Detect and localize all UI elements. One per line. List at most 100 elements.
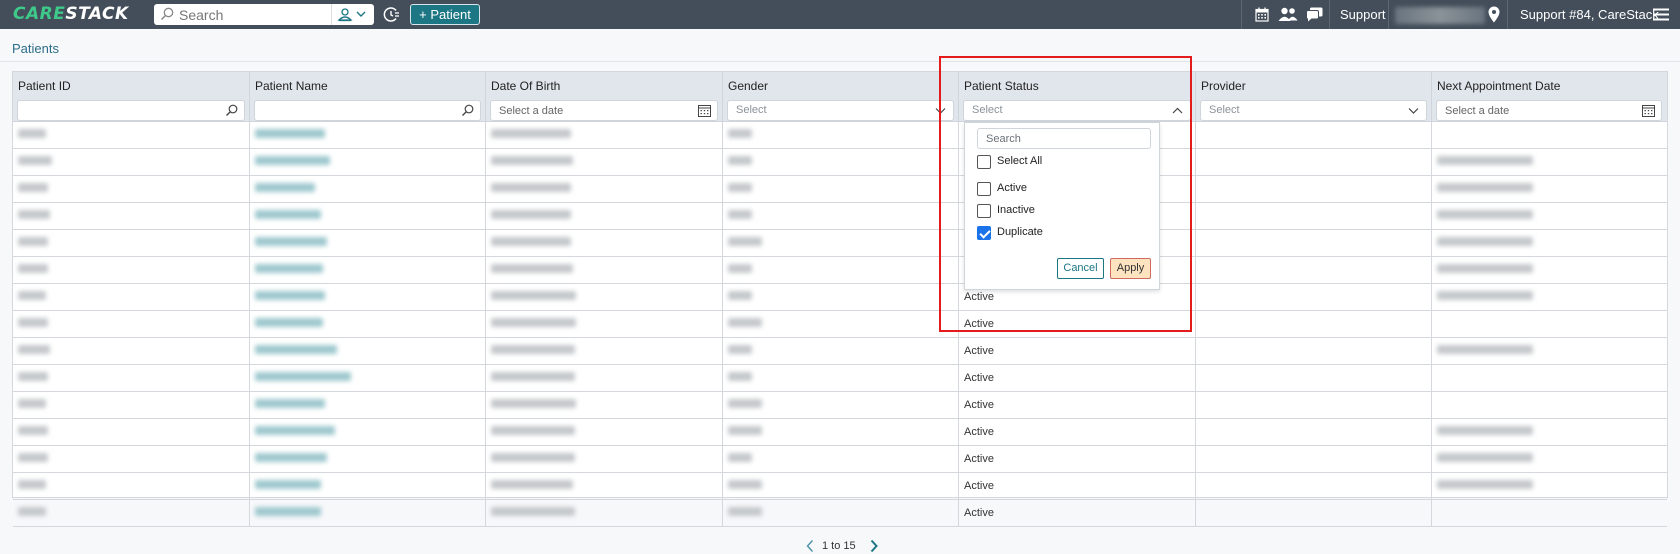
cell-patient_name[interactable]: [250, 149, 486, 176]
next-appointment-filter-input[interactable]: [1445, 103, 1613, 119]
blurred-text: [728, 210, 752, 219]
gender-filter-select[interactable]: Select: [727, 100, 954, 121]
hamburger-menu-icon[interactable]: [1653, 8, 1669, 21]
redacted-value[interactable]: [255, 318, 323, 330]
table-row[interactable]: Active: [13, 419, 1667, 446]
cell-patient_name[interactable]: [250, 473, 486, 500]
column-label[interactable]: Next Appointment Date: [1437, 79, 1560, 93]
column-label[interactable]: Patient ID: [18, 79, 71, 93]
table-row[interactable]: [13, 149, 1667, 176]
cell-patient_name[interactable]: [250, 365, 486, 392]
redacted-value[interactable]: [255, 210, 321, 222]
cell-patient_name[interactable]: [250, 338, 486, 365]
location-pin-icon[interactable]: [1488, 6, 1500, 23]
column-label[interactable]: Gender: [728, 79, 768, 93]
cell-patient_name[interactable]: [250, 419, 486, 446]
blurred-text: [18, 264, 48, 273]
redacted-value[interactable]: [255, 129, 325, 141]
history-icon[interactable]: [383, 6, 400, 23]
redacted-value[interactable]: [255, 480, 321, 492]
support-link[interactable]: Support: [1340, 7, 1386, 22]
dob-filter-input[interactable]: [499, 103, 669, 119]
chat-icon[interactable]: [1306, 7, 1323, 22]
dob-filter[interactable]: [490, 100, 718, 121]
table-row[interactable]: [13, 176, 1667, 203]
next-appointment-filter[interactable]: [1436, 100, 1662, 121]
apply-button[interactable]: Apply: [1110, 258, 1151, 279]
column-label[interactable]: Patient Status: [964, 79, 1039, 93]
table-row[interactable]: [13, 257, 1667, 284]
redacted-value: [728, 399, 762, 411]
blurred-text: [728, 291, 752, 300]
table-row[interactable]: Active: [13, 311, 1667, 338]
patient-id-filter-input[interactable]: [26, 103, 196, 119]
redacted-value[interactable]: [255, 399, 325, 411]
table-row[interactable]: Active: [13, 338, 1667, 365]
calendar-icon[interactable]: [1642, 104, 1655, 117]
cell-patient_name[interactable]: [250, 500, 486, 527]
patient-name-filter-input[interactable]: [263, 103, 432, 119]
calendar-icon[interactable]: [1255, 7, 1269, 22]
location-name-redacted[interactable]: [1395, 7, 1485, 24]
blurred-text: [255, 264, 323, 273]
redacted-value[interactable]: [255, 183, 315, 195]
patient-status-filter-select[interactable]: Select: [963, 100, 1191, 121]
previous-page-icon[interactable]: [805, 539, 815, 553]
redacted-value: [491, 399, 576, 411]
cell-patient_name[interactable]: [250, 257, 486, 284]
search-scope-dropdown[interactable]: [336, 7, 372, 22]
redacted-value[interactable]: [255, 426, 335, 438]
table-row[interactable]: [13, 230, 1667, 257]
redacted-value[interactable]: [255, 264, 323, 276]
checkbox[interactable]: [977, 182, 991, 196]
users-icon[interactable]: [1278, 7, 1298, 22]
cell-patient_name[interactable]: [250, 446, 486, 473]
redacted-value[interactable]: [255, 507, 321, 519]
checkbox[interactable]: [977, 204, 991, 218]
column-label[interactable]: Date Of Birth: [491, 79, 560, 93]
dropdown-search-input[interactable]: [986, 131, 1136, 147]
cell-patient_name[interactable]: [250, 176, 486, 203]
cell-dob: [486, 203, 723, 230]
column-label[interactable]: Patient Name: [255, 79, 328, 93]
checkbox[interactable]: [977, 155, 991, 169]
provider-filter-select[interactable]: Select: [1200, 100, 1427, 121]
table-row[interactable]: Active: [13, 446, 1667, 473]
cell-patient_name[interactable]: [250, 203, 486, 230]
redacted-value[interactable]: [255, 453, 327, 465]
table-row[interactable]: Active: [13, 365, 1667, 392]
redacted-value[interactable]: [255, 345, 337, 357]
table-row[interactable]: Active: [13, 500, 1667, 527]
cell-patient_name[interactable]: [250, 284, 486, 311]
cell-status: Active: [959, 338, 1196, 365]
add-patient-button[interactable]: + Patient: [410, 4, 480, 25]
carestack-logo[interactable]: CARESTACK: [13, 4, 129, 24]
search-input[interactable]: [179, 5, 319, 24]
calendar-icon[interactable]: [698, 104, 711, 117]
redacted-value[interactable]: [255, 291, 325, 303]
patient-name-filter[interactable]: [254, 100, 481, 121]
user-account-label[interactable]: Support #84, CareStack: [1520, 7, 1659, 22]
dropdown-search[interactable]: [977, 128, 1151, 149]
cell-patient_name[interactable]: [250, 311, 486, 338]
redacted-value[interactable]: [255, 156, 330, 168]
redacted-value[interactable]: [255, 372, 351, 384]
cell-next_appt: [1432, 230, 1669, 257]
redacted-value[interactable]: [255, 237, 327, 249]
redacted-value: [18, 507, 46, 519]
table-row[interactable]: [13, 122, 1667, 149]
breadcrumb-patients[interactable]: Patients: [12, 41, 59, 56]
table-row[interactable]: Active: [13, 284, 1667, 311]
cell-patient_name[interactable]: [250, 122, 486, 149]
next-page-icon[interactable]: [869, 539, 879, 553]
column-label[interactable]: Provider: [1201, 79, 1246, 93]
table-row[interactable]: [13, 203, 1667, 230]
blurred-text: [1437, 156, 1533, 165]
patient-id-filter[interactable]: [17, 100, 245, 121]
table-row[interactable]: Active: [13, 392, 1667, 419]
checkbox[interactable]: [977, 226, 991, 240]
cell-patient_name[interactable]: [250, 230, 486, 257]
cancel-button[interactable]: Cancel: [1057, 258, 1104, 279]
cell-patient_name[interactable]: [250, 392, 486, 419]
table-row[interactable]: Active: [13, 473, 1667, 500]
